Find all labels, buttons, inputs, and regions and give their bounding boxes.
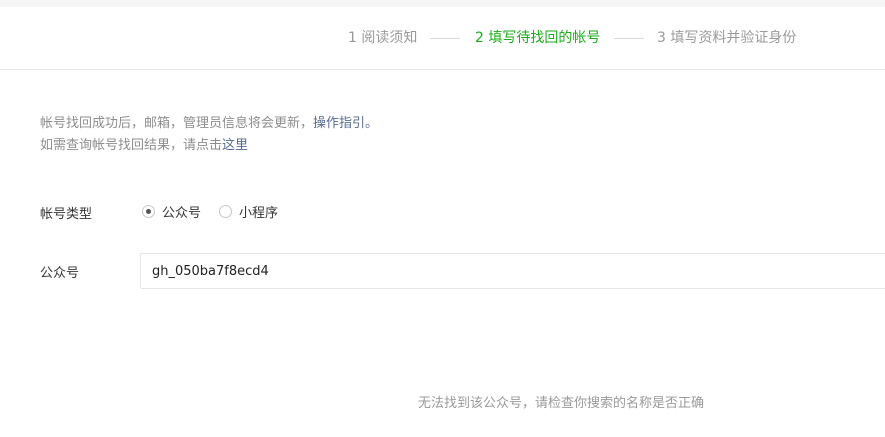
radio-option-official-account[interactable]: 公众号 — [142, 202, 201, 221]
radio-label-official-account: 公众号 — [162, 206, 202, 221]
account-type-radio-group: 公众号 小程序 — [142, 202, 296, 221]
radio-option-mini-program[interactable]: 小程序 — [219, 202, 278, 221]
step-indicator: 1 阅读须知 2 填写待找回的帐号 3 填写资料并验证身份 — [0, 7, 885, 70]
step-read-notice: 1 阅读须知 — [348, 30, 418, 46]
notice-line-2: 如需查询帐号找回结果，请点击这里 — [40, 135, 378, 157]
notice-line-2-text: 如需查询帐号找回结果，请点击 — [40, 138, 223, 153]
radio-official-account[interactable] — [142, 205, 155, 218]
account-input[interactable] — [140, 253, 885, 289]
top-strip — [0, 0, 885, 7]
step-fill-account: 2 填写待找回的帐号 — [475, 30, 601, 46]
step-verify-identity: 3 填写资料并验证身份 — [657, 30, 797, 46]
operation-guide-link[interactable]: 操作指引。 — [313, 116, 378, 131]
notice-line-1-text: 帐号找回成功后，邮箱，管理员信息将会更新， — [40, 116, 314, 131]
account-label: 公众号 — [40, 266, 80, 281]
radio-label-mini-program: 小程序 — [239, 206, 279, 221]
notice-line-1: 帐号找回成功后，邮箱，管理员信息将会更新，操作指引。 — [40, 113, 378, 135]
error-message: 无法找到该公众号，请检查你搜索的名称是否正确 — [418, 396, 705, 411]
here-link[interactable]: 这里 — [222, 138, 248, 153]
radio-mini-program[interactable] — [219, 205, 233, 218]
notice-text: 帐号找回成功后，邮箱，管理员信息将会更新，操作指引。 如需查询帐号找回结果，请点… — [40, 113, 378, 157]
step-divider — [614, 38, 644, 39]
step-divider — [430, 38, 460, 39]
account-type-label: 帐号类型 — [40, 207, 93, 222]
